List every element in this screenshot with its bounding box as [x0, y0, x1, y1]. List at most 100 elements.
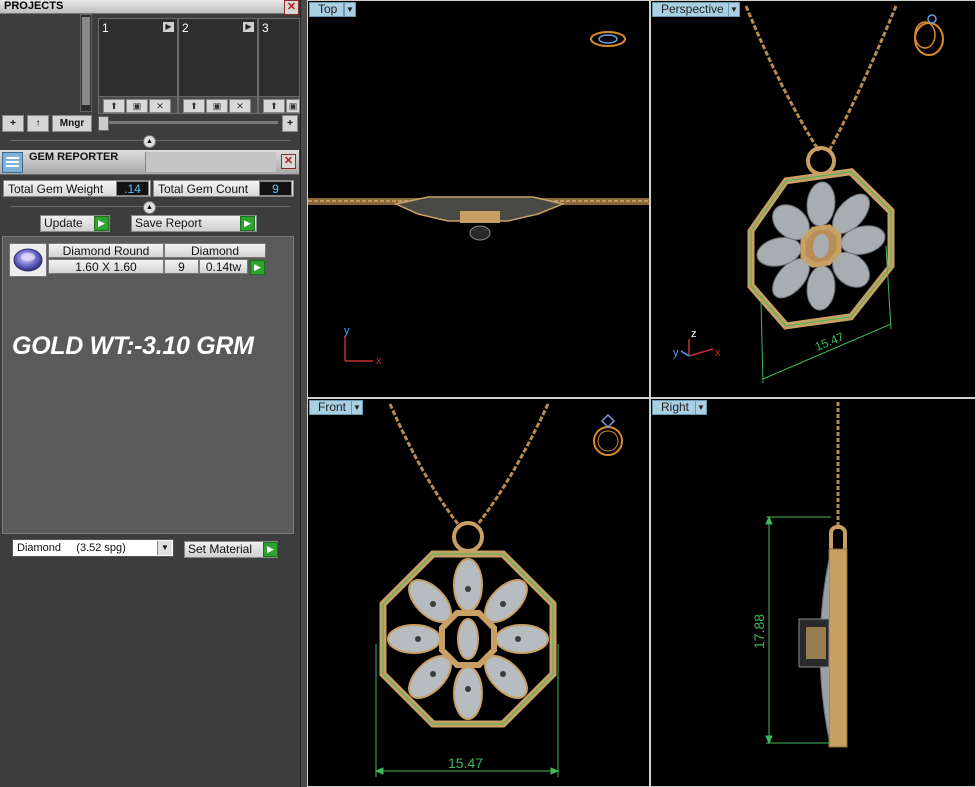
viewport-right-tab[interactable]: Right	[652, 400, 697, 415]
chain-links	[744, 5, 898, 152]
viewport-top-tab[interactable]: Top	[309, 2, 345, 17]
viewport-front[interactable]: 15.47 Front ▼	[307, 398, 650, 787]
save-icon[interactable]: ▣	[126, 99, 148, 113]
project-slot[interactable]: 1 ▶ ⬆ ▣ ✕	[98, 18, 178, 114]
axis-y-label: y	[344, 325, 350, 337]
collapse-icon[interactable]: ▲	[143, 201, 156, 214]
play-icon[interactable]: ▶	[163, 22, 174, 32]
project-slot[interactable]: 2 ▶ ⬆ ▣ ✕	[178, 18, 258, 114]
material-select-value: Diamond (3.52 spg)	[17, 542, 126, 554]
left-panel: PROJECTS ✕ 1 ▶ ⬆ ▣ ✕ 2 ▶ ⬆ ▣ ✕ 3 ⬆ ▣ + ↑…	[0, 0, 300, 787]
bail-top	[460, 211, 500, 223]
manager-button[interactable]: Mngr	[52, 115, 92, 132]
chain-links	[388, 403, 550, 525]
chevron-down-icon[interactable]: ▼	[344, 2, 356, 17]
gem-reporter-title: GEM REPORTER	[29, 151, 119, 163]
pendant-front	[379, 550, 557, 728]
add-project-button[interactable]: +	[2, 115, 24, 132]
zoom-slider-handle[interactable]	[98, 116, 109, 131]
gem-type-cell: Diamond	[164, 243, 266, 258]
save-icon[interactable]: ▣	[206, 99, 228, 113]
ring-front-icon	[593, 413, 623, 456]
chevron-down-icon[interactable]: ▼	[157, 541, 172, 555]
projects-scroll-thumb[interactable]	[82, 17, 90, 105]
project-slot-toolbar: ⬆ ▣	[259, 96, 300, 113]
set-material-go-icon[interactable]: ▶	[263, 542, 278, 557]
gem-reporter-close-icon[interactable]: ✕	[281, 154, 296, 169]
gem-reporter-icon	[6, 157, 19, 167]
axis-y-label: y	[673, 347, 679, 359]
pendant-perspective	[747, 168, 895, 330]
gem-size-cell: 1.60 X 1.60	[48, 259, 164, 274]
gold-weight-note: GOLD WT:-3.10 GRM	[12, 332, 254, 360]
gem-row-go-icon[interactable]: ▶	[250, 260, 265, 275]
chevron-down-icon[interactable]: ▼	[695, 400, 707, 415]
total-gem-weight-text: Total Gem Weight	[8, 182, 104, 196]
save-report-button[interactable]: Save Report	[131, 215, 257, 232]
play-icon[interactable]: ▶	[243, 22, 254, 32]
gem-reporter-title-bar: GEM REPORTER	[0, 150, 299, 175]
axis-x-label: x	[715, 347, 721, 359]
set-material-button-label: Set Material	[188, 542, 253, 556]
bail-ring	[806, 146, 836, 176]
axis-z-label: z	[691, 328, 697, 340]
upload-icon[interactable]: ⬆	[103, 99, 125, 113]
front-view-render: 15.47	[374, 403, 623, 777]
top-view-render: y x	[308, 31, 649, 367]
move-up-button[interactable]: ↑	[27, 115, 49, 132]
project-slot-toolbar: ⬆ ▣ ✕	[179, 96, 257, 113]
back-setting	[469, 225, 491, 241]
add-right-button[interactable]: +	[282, 115, 298, 132]
project-slot-number: 2	[182, 21, 189, 35]
projects-close-icon[interactable]: ✕	[284, 0, 299, 15]
right-dimension: 17.88	[751, 614, 767, 649]
gem-reporter-icon	[2, 152, 23, 173]
projects-scrollbar[interactable]	[80, 14, 92, 112]
zoom-slider-track[interactable]	[98, 121, 278, 124]
update-button-label: Update	[44, 216, 83, 230]
front-dimension: 15.47	[448, 755, 483, 771]
title-spacer	[145, 152, 276, 172]
material-select[interactable]: Diamond (3.52 spg) ▼	[12, 539, 174, 557]
ring-top-icon	[590, 31, 626, 47]
viewport-front-tab[interactable]: Front	[309, 400, 354, 415]
total-gem-count-value: 9	[259, 181, 292, 196]
delete-icon[interactable]: ✕	[149, 99, 171, 113]
chevron-down-icon[interactable]: ▼	[728, 2, 740, 17]
pendant-side-frame	[828, 548, 848, 748]
update-go-icon[interactable]: ▶	[94, 216, 109, 231]
total-gem-count-text: Total Gem Count	[158, 182, 249, 196]
gem-weight-cell: 0.14tw	[199, 259, 248, 274]
upload-icon[interactable]: ⬆	[183, 99, 205, 113]
projects-title-bar: PROJECTS	[0, 0, 299, 14]
viewport-top[interactable]: y x Top ▼	[307, 0, 650, 398]
collapse-icon[interactable]: ▲	[143, 135, 156, 148]
upload-icon[interactable]: ⬆	[263, 99, 285, 113]
gem-count-cell: 9	[164, 259, 199, 274]
save-report-go-icon[interactable]: ▶	[240, 216, 255, 231]
perspective-view-render: 15.47 z y x	[673, 5, 944, 384]
bail-ring	[452, 521, 484, 553]
viewport-right[interactable]: 17.88 Right ▼	[650, 398, 976, 787]
chevron-down-icon[interactable]: ▼	[351, 400, 363, 415]
right-view-render: 17.88	[751, 402, 848, 748]
viewport-perspective-tab[interactable]: Perspective	[652, 2, 731, 17]
project-slot[interactable]: 3 ⬆ ▣	[258, 18, 300, 114]
ring-perspective-icon	[914, 14, 944, 56]
axis-gizmo: y x	[344, 325, 382, 367]
save-report-button-label: Save Report	[135, 216, 202, 230]
project-slot-number: 3	[262, 21, 269, 35]
projects-title: PROJECTS	[4, 0, 64, 12]
viewport-perspective[interactable]: 15.47 z y x Perspective ▼	[650, 0, 976, 398]
gem-shape-cell: Diamond Round	[48, 243, 164, 258]
center-setting-side	[806, 627, 826, 659]
gem-thumbnail[interactable]	[9, 243, 47, 277]
project-slot-toolbar: ⬆ ▣ ✕	[99, 96, 177, 113]
total-gem-weight-value: .14	[116, 181, 149, 196]
axis-gizmo: z y x	[673, 328, 721, 359]
delete-icon[interactable]: ✕	[229, 99, 251, 113]
round-diamond-icon	[13, 248, 43, 272]
gem-report-area: Diamond Round Diamond 1.60 X 1.60 9 0.14…	[2, 236, 294, 534]
axis-x-label: x	[376, 355, 382, 367]
save-icon[interactable]: ▣	[286, 99, 300, 113]
